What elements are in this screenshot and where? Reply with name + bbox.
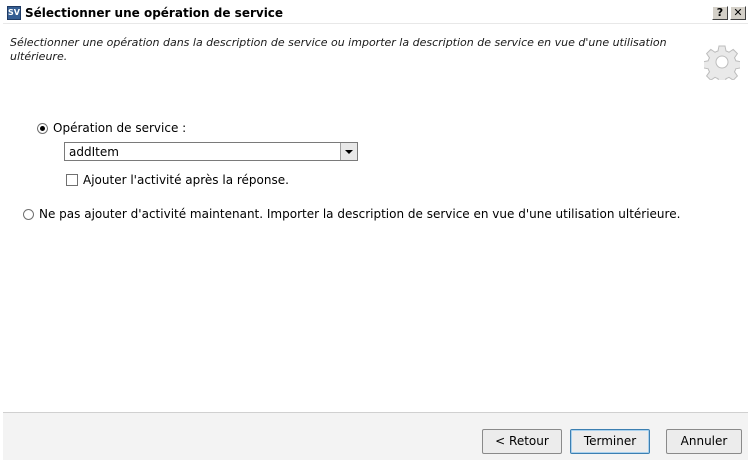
header-band: Sélectionner une opération dans la descr… bbox=[3, 24, 748, 100]
radio-service-operation-row[interactable]: Opération de service : bbox=[37, 121, 186, 135]
radio-import-later-label: Ne pas ajouter d'activité maintenant. Im… bbox=[39, 207, 681, 221]
help-button[interactable]: ? bbox=[712, 6, 728, 20]
chevron-down-icon bbox=[345, 149, 353, 154]
radio-import-later-row[interactable]: Ne pas ajouter d'activité maintenant. Im… bbox=[23, 207, 680, 221]
header-description: Sélectionner une opération dans la descr… bbox=[10, 36, 667, 63]
operation-combobox-value: addItem bbox=[69, 144, 119, 159]
radio-import-later[interactable] bbox=[23, 208, 34, 220]
combobox-dropdown-button[interactable] bbox=[340, 143, 357, 160]
footer-bar: < Retour Terminer Annuler bbox=[3, 412, 748, 460]
add-activity-checkbox[interactable] bbox=[66, 174, 78, 186]
radio-service-operation-label: Opération de service : bbox=[53, 121, 187, 135]
title-buttons: ? ✕ bbox=[712, 6, 746, 20]
window-title: Sélectionner une opération de service bbox=[25, 6, 284, 20]
close-button[interactable]: ✕ bbox=[730, 6, 746, 20]
cancel-button[interactable]: Annuler bbox=[666, 429, 742, 454]
finish-button[interactable]: Terminer bbox=[570, 429, 650, 454]
content-area: Opération de service : addItem Ajouter l… bbox=[3, 100, 748, 412]
title-bar[interactable]: SV Sélectionner une opération de service… bbox=[3, 3, 748, 24]
radio-service-operation[interactable] bbox=[37, 122, 48, 134]
operation-combobox[interactable]: addItem bbox=[64, 142, 358, 161]
app-icon: SV bbox=[7, 6, 21, 20]
gear-icon bbox=[704, 45, 740, 80]
add-activity-row[interactable]: Ajouter l'activité après la réponse. bbox=[66, 173, 289, 187]
dialog-window: SV Sélectionner une opération de service… bbox=[0, 0, 751, 462]
add-activity-label: Ajouter l'activité après la réponse. bbox=[83, 173, 289, 187]
back-button[interactable]: < Retour bbox=[482, 429, 562, 454]
